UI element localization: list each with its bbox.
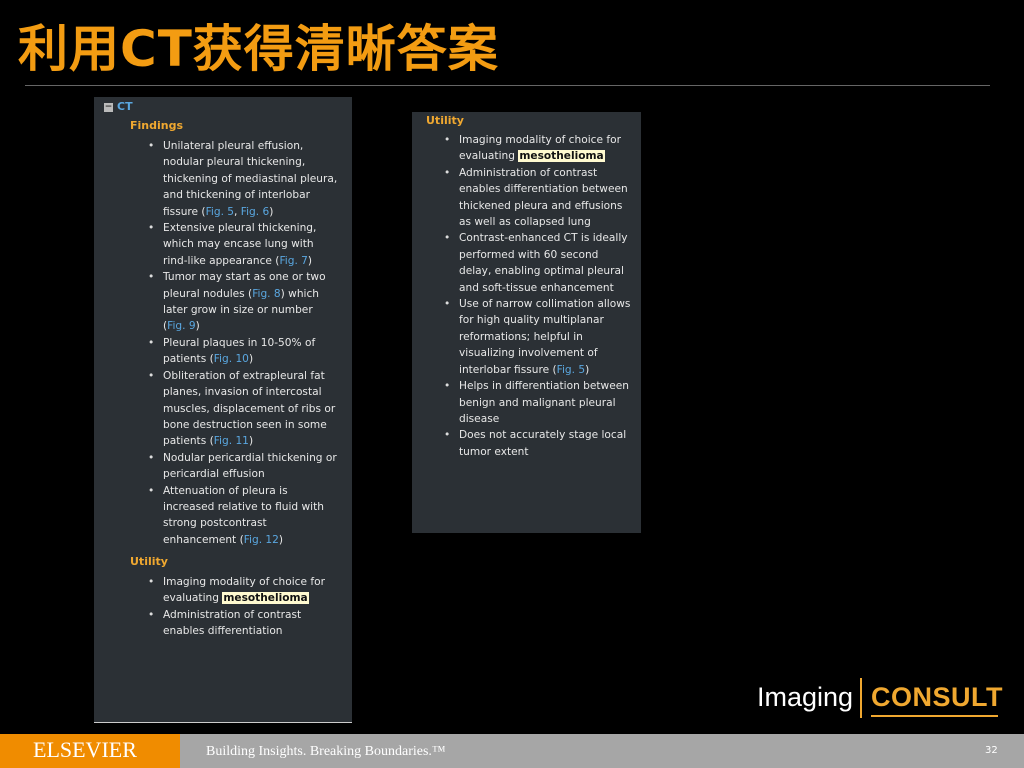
- logo-underline: [871, 715, 998, 717]
- utility-list: Imaging modality of choice for evaluatin…: [444, 132, 631, 460]
- elsevier-logo-text: ELSEVIER: [33, 737, 137, 762]
- list-item: Nodular pericardial thickening or perica…: [148, 450, 338, 483]
- figure-link[interactable]: Fig. 10: [214, 353, 249, 365]
- list-item: Helps in differentiation between benign …: [444, 378, 631, 427]
- list-item: Tumor may start as one or two pleural no…: [148, 269, 338, 335]
- footer-tagline: Building Insights. Breaking Boundaries.™: [206, 744, 446, 759]
- ct-utility-panel[interactable]: Utility Imaging modality of choice for e…: [412, 112, 641, 533]
- list-item: Administration of contrast enables diffe…: [444, 165, 631, 231]
- utility-heading: Utility: [426, 114, 464, 127]
- findings-heading: Findings: [130, 119, 184, 132]
- ct-header-label: CT: [117, 100, 133, 113]
- list-item: Does not accurately stage local tumor ex…: [444, 427, 631, 460]
- highlighted-term[interactable]: mesothelioma: [518, 150, 605, 163]
- figure-link[interactable]: Fig. 6: [241, 206, 269, 218]
- collapse-icon[interactable]: −: [104, 102, 113, 112]
- title-divider: [25, 85, 990, 86]
- logo-divider: [860, 678, 862, 718]
- figure-link[interactable]: Fig. 9: [167, 320, 195, 332]
- figure-link[interactable]: Fig. 5: [206, 206, 234, 218]
- list-item: Obliteration of extrapleural fat planes,…: [148, 368, 338, 450]
- figure-link[interactable]: Fig. 11: [214, 435, 249, 447]
- figure-link[interactable]: Fig. 7: [279, 255, 307, 267]
- highlighted-term[interactable]: mesothelioma: [222, 592, 309, 605]
- logo-imaging-text: Imaging: [757, 682, 854, 712]
- list-item: Imaging modality of choice for evaluatin…: [148, 574, 338, 607]
- list-item: Imaging modality of choice for evaluatin…: [444, 132, 631, 165]
- list-item: Administration of contrast enables diffe…: [148, 607, 338, 640]
- list-item: Contrast-enhanced CT is ideally performe…: [444, 230, 631, 296]
- ct-findings-panel[interactable]: −CT Findings Unilateral pleural effusion…: [94, 97, 352, 723]
- figure-link[interactable]: Fig. 5: [557, 364, 585, 376]
- utility-heading: Utility: [130, 555, 168, 568]
- elsevier-brand: ELSEVIER: [0, 734, 180, 768]
- page-number: 32: [985, 745, 998, 756]
- slide-title: 利用CT获得清晰答案: [18, 20, 499, 78]
- list-item: Pleural plaques in 10-50% of patients (F…: [148, 335, 338, 368]
- logo-consult-text: CONSULT: [871, 682, 1003, 712]
- slide-footer: ELSEVIER Building Insights. Breaking Bou…: [0, 734, 1024, 768]
- ct-section-header[interactable]: − CT: [104, 99, 133, 115]
- findings-list: Unilateral pleural effusion, nodular ple…: [148, 138, 338, 549]
- figure-link[interactable]: Fig. 12: [244, 534, 279, 546]
- list-item: Extensive pleural thickening, which may …: [148, 220, 338, 269]
- list-item: Unilateral pleural effusion, nodular ple…: [148, 138, 338, 220]
- list-item: Attenuation of pleura is increased relat…: [148, 483, 338, 549]
- utility-list: Imaging modality of choice for evaluatin…: [148, 574, 338, 640]
- list-item: Use of narrow collimation allows for hig…: [444, 296, 631, 378]
- figure-link[interactable]: Fig. 8: [252, 288, 280, 300]
